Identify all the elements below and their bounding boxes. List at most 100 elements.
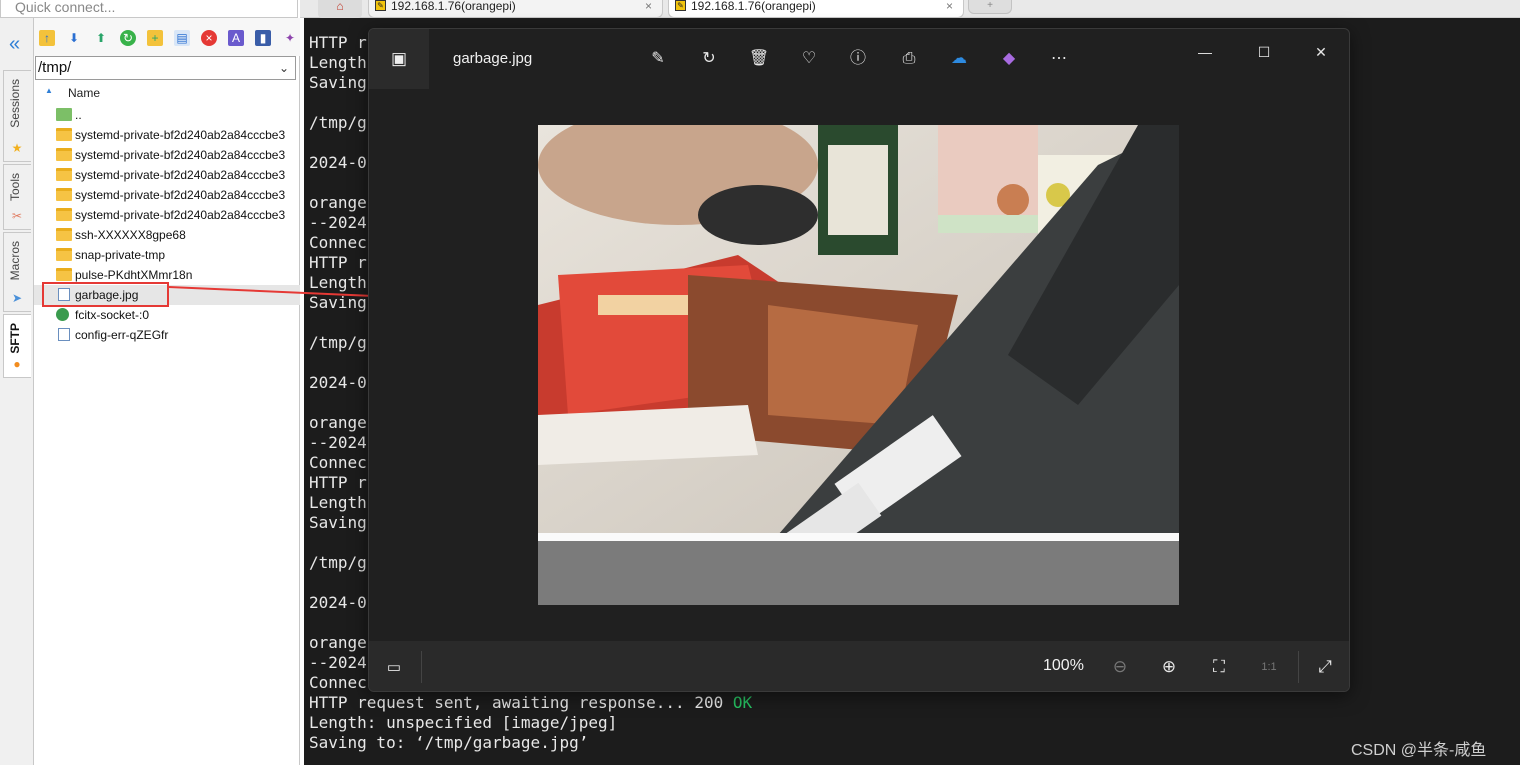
terminal-text: Connec xyxy=(309,233,367,252)
terminal-line: Saving xyxy=(309,294,367,312)
file-name: systemd-private-bf2d240ab2a84cccbe3 xyxy=(75,168,286,182)
close-icon[interactable]: × xyxy=(946,0,953,12)
terminal-line: HTTP r xyxy=(309,34,367,52)
session-tab-2[interactable]: ✎ 192.168.1.76(orangepi) × xyxy=(668,0,964,18)
terminal-text: Length xyxy=(309,273,367,292)
file-row[interactable]: .. xyxy=(34,105,300,125)
terminal-text: /tmp/g xyxy=(309,333,367,352)
sftp-toolbar: ↑ ⬇ ⬆ ↻ + ▤ × A ▮ ✦ xyxy=(34,18,300,56)
watermark: CSDN @半条-咸鱼 xyxy=(1351,742,1487,759)
zoom-in-icon[interactable]: ⊕ xyxy=(1158,656,1180,678)
close-icon[interactable]: ✕ xyxy=(1309,40,1333,64)
quick-connect-input[interactable]: Quick connect... xyxy=(0,0,298,18)
maximize-icon[interactable]: ☐ xyxy=(1252,40,1276,64)
rename-icon[interactable]: A xyxy=(228,30,244,46)
magic-wand-icon[interactable]: ✦ xyxy=(282,30,298,46)
photo-viewer-window: ▣ garbage.jpg ✎ ↻ 🗑 ♡ ⓘ ⎙ ☁ ◆ ⋯ — ☐ ✕ ▭ … xyxy=(368,28,1350,692)
file-row[interactable]: systemd-private-bf2d240ab2a84cccbe3 xyxy=(34,125,300,145)
more-icon[interactable]: ⋯ xyxy=(1048,48,1070,70)
session-tab-label: 192.168.1.76(orangepi) xyxy=(691,0,816,13)
file-row[interactable]: config-err-qZEGfr xyxy=(34,325,300,345)
folder-icon xyxy=(56,208,72,221)
info-icon[interactable]: ⓘ xyxy=(847,48,869,70)
home-icon: ⌂ xyxy=(336,0,344,13)
photo-image xyxy=(538,125,1179,605)
download-icon[interactable]: ⬇ xyxy=(66,30,82,46)
desktop: Quick connect... ⌂ ✎ 192.168.1.76(orange… xyxy=(0,0,1520,765)
terminal-line: orange xyxy=(309,414,367,432)
delete-icon[interactable]: 🗑 xyxy=(748,48,770,70)
session-tab-1[interactable]: ✎ 192.168.1.76(orangepi) × xyxy=(368,0,663,18)
edit-image-icon[interactable]: ✎ xyxy=(647,48,669,70)
fullscreen-icon[interactable]: ⤢ xyxy=(1314,656,1336,678)
new-tab-button[interactable]: + xyxy=(968,0,1012,14)
terminal-text: orange xyxy=(309,413,367,432)
tools-icon: ✂ xyxy=(11,209,23,223)
parent-folder-icon[interactable]: ↑ xyxy=(39,30,55,46)
terminal-line: Length xyxy=(309,494,367,512)
terminal-text: 2024-0 xyxy=(309,153,367,172)
terminal-text: Saving xyxy=(309,513,367,532)
file-row[interactable]: fcitx-socket-:0 xyxy=(34,305,300,325)
actual-size-icon[interactable]: 1:1 xyxy=(1258,656,1280,678)
side-panel-tabs: « Sessions ★ Tools ✂ Macros ➤ SFTP ● xyxy=(0,18,34,765)
fit-to-window-icon[interactable]: ⛶ xyxy=(1208,656,1230,678)
zoom-out-icon[interactable]: ⊖ xyxy=(1109,656,1131,678)
tab-sessions[interactable]: Sessions ★ xyxy=(3,70,31,162)
print-icon[interactable]: ⎙ xyxy=(898,48,920,70)
parent-folder-icon xyxy=(56,108,72,121)
tab-label: Macros xyxy=(8,241,22,281)
tab-label: Tools xyxy=(8,173,22,202)
terminal-line: Connec xyxy=(309,234,367,252)
file-row[interactable]: systemd-private-bf2d240ab2a84cccbe3 xyxy=(34,205,300,225)
gallery-icon[interactable]: ▣ xyxy=(369,29,429,89)
terminal-line: orange xyxy=(309,194,367,212)
file-row[interactable]: systemd-private-bf2d240ab2a84cccbe3 xyxy=(34,185,300,205)
file-row[interactable]: snap-private-tmp xyxy=(34,245,300,265)
terminal-line: HTTP r xyxy=(309,474,367,492)
refresh-icon[interactable]: ↻ xyxy=(120,30,136,46)
terminal-line: HTTP request sent, awaiting response... … xyxy=(309,694,752,712)
highlight-box xyxy=(42,282,169,307)
home-tab[interactable]: ⌂ xyxy=(318,0,362,18)
new-file-icon[interactable]: ▤ xyxy=(174,30,190,46)
file-icon xyxy=(58,328,70,341)
close-icon[interactable]: × xyxy=(645,0,652,12)
onedrive-icon[interactable]: ☁ xyxy=(948,48,970,70)
terminal-line: Length xyxy=(309,54,367,72)
tab-sftp[interactable]: SFTP ● xyxy=(3,314,31,378)
terminal-line: Saving xyxy=(309,74,367,92)
folder-icon xyxy=(56,148,72,161)
file-name: systemd-private-bf2d240ab2a84cccbe3 xyxy=(75,148,286,162)
favorite-icon[interactable]: ♡ xyxy=(798,48,820,70)
file-name: systemd-private-bf2d240ab2a84cccbe3 xyxy=(75,208,286,222)
terminal-line: Saving to: ‘/tmp/garbage.jpg’ xyxy=(309,734,588,752)
terminal-line: /tmp/g xyxy=(309,334,367,352)
photo-canvas[interactable] xyxy=(538,125,1179,605)
column-header-name[interactable]: Name xyxy=(68,86,100,100)
upload-icon[interactable]: ⬆ xyxy=(93,30,109,46)
terminal-line: HTTP r xyxy=(309,254,367,272)
zoom-level: 100% xyxy=(1043,657,1084,674)
divider xyxy=(421,651,422,683)
filmstrip-icon[interactable]: ▭ xyxy=(383,658,405,676)
file-row[interactable]: ssh-XXXXXX8gpe68 xyxy=(34,225,300,245)
tab-tools[interactable]: Tools ✂ xyxy=(3,164,31,230)
terminal-text: orange xyxy=(309,193,367,212)
file-row[interactable]: systemd-private-bf2d240ab2a84cccbe3 xyxy=(34,145,300,165)
delete-icon[interactable]: × xyxy=(201,30,217,46)
properties-icon[interactable]: ▮ xyxy=(255,30,271,46)
file-list-header[interactable]: ▲ Name xyxy=(34,84,300,102)
tab-macros[interactable]: Macros ➤ xyxy=(3,232,31,312)
chevron-down-icon[interactable]: ⌄ xyxy=(279,57,289,79)
file-row[interactable]: systemd-private-bf2d240ab2a84cccbe3 xyxy=(34,165,300,185)
new-folder-icon[interactable]: + xyxy=(147,30,163,46)
path-select[interactable]: /tmp/ ⌄ xyxy=(35,56,296,80)
minimize-icon[interactable]: — xyxy=(1193,40,1217,64)
rotate-icon[interactable]: ↻ xyxy=(698,48,720,70)
collapse-icon[interactable]: « xyxy=(9,34,20,54)
file-name: .. xyxy=(75,108,82,122)
terminal-line: --2024 xyxy=(309,654,367,672)
terminal-text: Saving xyxy=(309,293,367,312)
clipchamp-icon[interactable]: ◆ xyxy=(998,48,1020,70)
